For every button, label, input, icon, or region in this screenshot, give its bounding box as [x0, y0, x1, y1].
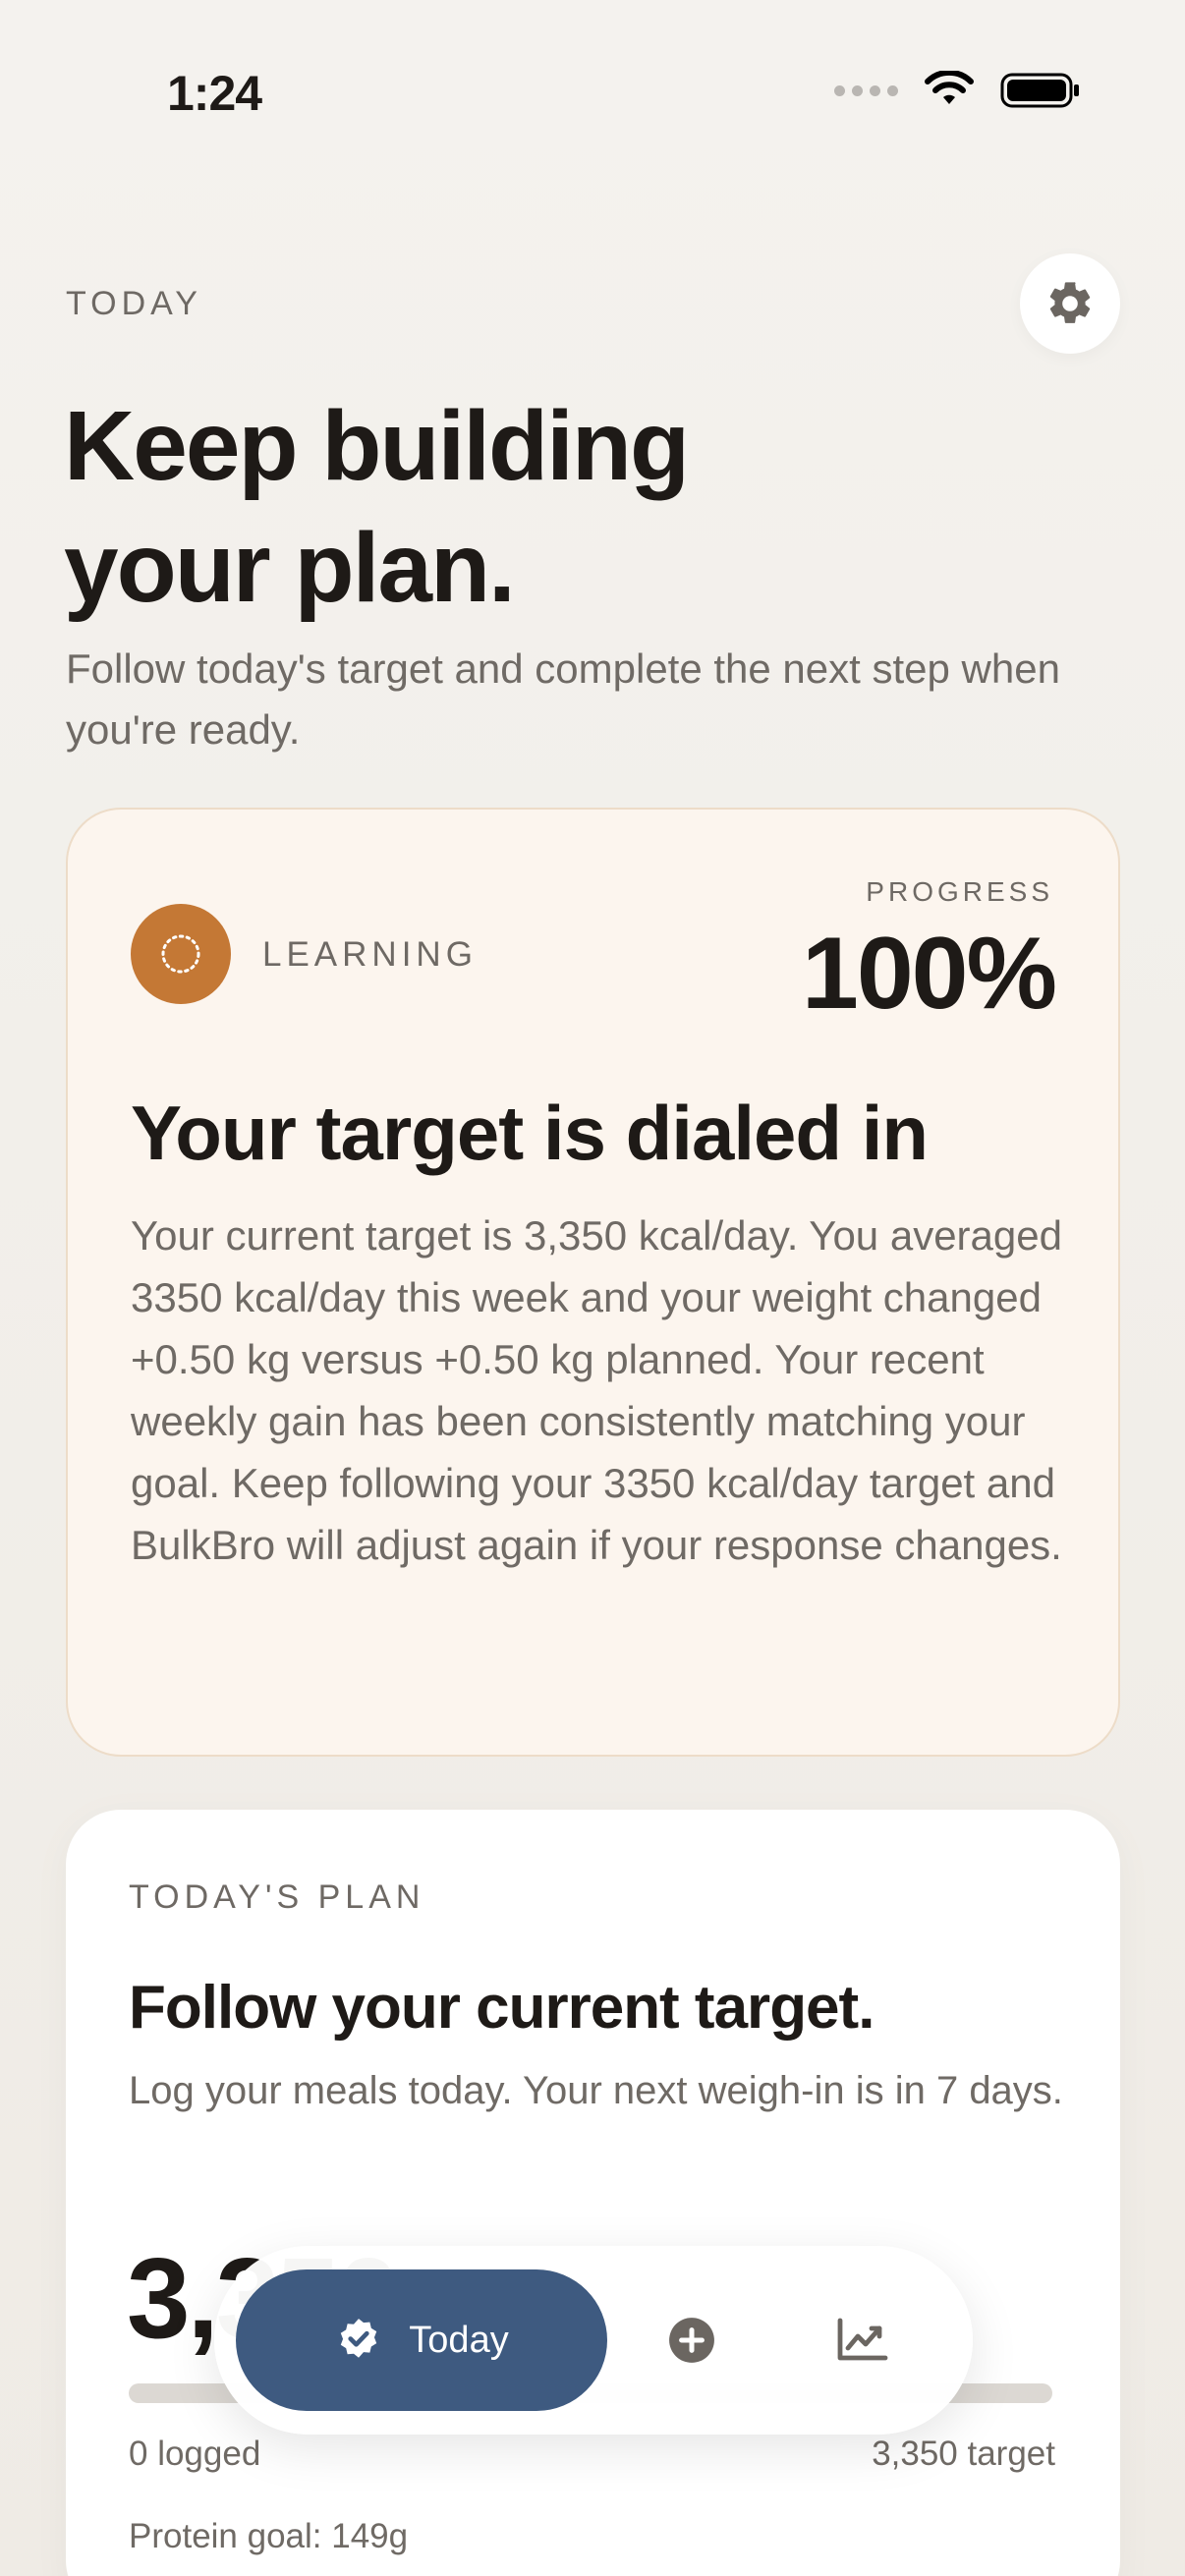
progress-value: 100% — [802, 917, 1057, 1031]
headline-line-1: Keep building — [64, 391, 690, 501]
battery-icon — [1000, 73, 1079, 108]
settings-button[interactable] — [1020, 253, 1120, 354]
plan-body: Log your meals today. Your next weigh-in… — [129, 2069, 1063, 2112]
learning-card-body: Your current target is 3,350 kcal/day. Y… — [131, 1212, 1062, 1568]
status-time: 1:24 — [167, 66, 262, 121]
learning-badge — [131, 904, 231, 1004]
progress-label: PROGRESS — [866, 876, 1053, 907]
verified-check-icon — [341, 2319, 377, 2358]
page-headline: Keep building your plan. — [64, 385, 948, 629]
calories-logged: 0 logged — [129, 2435, 261, 2473]
learning-card: LEARNING PROGRESS 100% Your target is di… — [66, 808, 1120, 1757]
wifi-icon — [925, 71, 974, 104]
tab-add[interactable] — [654, 2303, 729, 2378]
gear-icon — [1049, 282, 1091, 323]
learning-card-title: Your target is dialed in — [131, 1090, 929, 1176]
plan-eyebrow: TODAY'S PLAN — [129, 1878, 425, 1916]
plus-circle-icon — [669, 2318, 714, 2363]
tab-today[interactable]: Today — [236, 2269, 607, 2411]
loading-ring-icon — [161, 934, 200, 974]
plan-title: Follow your current target. — [129, 1974, 875, 2042]
todays-plan-card: TODAY'S PLAN Follow your current target.… — [66, 1810, 1120, 2576]
calories-target: 3,350 target — [872, 2435, 1055, 2473]
tab-today-label: Today — [409, 2319, 509, 2361]
app-screen: 1:24 TODAY Keep building your plan. Foll… — [0, 0, 1185, 2576]
headline-line-2: your plan. — [64, 513, 516, 623]
status-icons — [834, 71, 1081, 110]
trend-chart-icon — [837, 2318, 888, 2361]
page-subhead: Follow today's target and complete the n… — [66, 645, 1060, 753]
section-eyebrow: TODAY — [66, 285, 202, 322]
learning-badge-label: LEARNING — [262, 935, 478, 974]
tab-progress[interactable] — [825, 2303, 900, 2378]
cellular-signal-icon — [834, 84, 898, 96]
bottom-tab-bar: Today — [214, 2246, 973, 2435]
protein-goal: Protein goal: 149g — [129, 2517, 409, 2555]
